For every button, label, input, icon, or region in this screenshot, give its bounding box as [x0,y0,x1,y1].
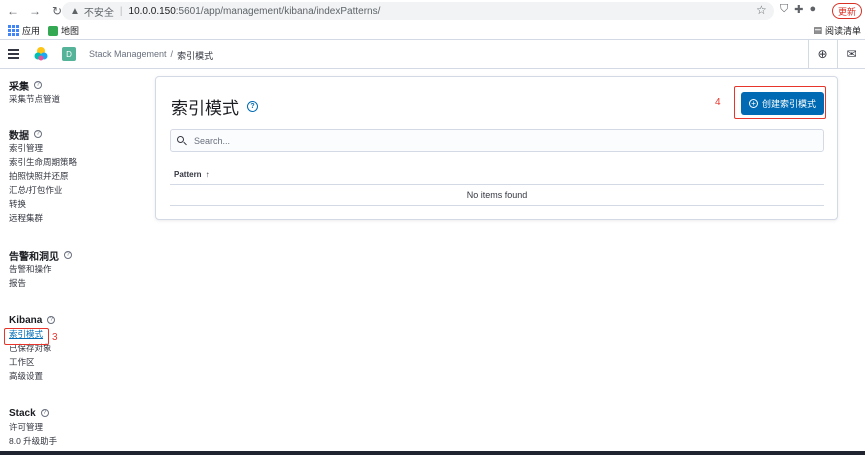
page-title: 索引模式 ? [171,94,258,119]
breadcrumb-current: 索引模式 [177,51,214,61]
create-button-label: 创建索引模式 [761,99,816,109]
mail-icon[interactable]: ✉ [837,40,865,68]
breadcrumb-separator: / [170,49,174,59]
puzzle-icon[interactable]: ✚ [794,3,803,16]
browser-toolbar: ← → ↻ ▲ 不安全 | 10.0.0.150:5601/app/manage… [0,0,865,22]
bookmarks-bar: 应用 地图 ▤ 阅读清单 [0,22,865,39]
sidebar-item-remote-clusters[interactable]: 远程集群 [9,211,77,225]
sidebar-item-ingest-pipelines[interactable]: 采集节点管道 [9,92,60,106]
sidebar-group-title: 采集 [9,81,29,93]
table-header: Pattern ↑ [170,165,824,185]
elastic-logo-icon[interactable] [33,46,49,62]
sidebar-item-upgrade-assistant[interactable]: 8.0 升级助手 [9,434,57,448]
column-header-pattern[interactable]: Pattern [174,170,202,179]
sort-ascending-icon[interactable]: ↑ [206,170,210,179]
breadcrumb-stack-management[interactable]: Stack Management [89,49,167,62]
sidebar-item-advanced-settings[interactable]: 高级设置 [9,369,55,383]
sidebar-item-index-management[interactable]: 索引管理 [9,141,77,155]
address-bar[interactable]: ▲ 不安全 | 10.0.0.150:5601/app/management/k… [62,2,774,20]
maps-icon [48,25,59,36]
search-field[interactable] [170,129,824,152]
help-icon: ? [64,251,72,259]
sidebar-item-spaces[interactable]: 工作区 [9,355,55,369]
search-input[interactable] [194,135,794,146]
sidebar-group-title: Stack [9,407,36,419]
sidebar-group-stack: Stack? 许可管理 8.0 升级助手 [9,406,57,448]
create-index-pattern-button[interactable]: + 创建索引模式 [741,92,824,115]
sidebar-group-alerts: 告警和洞见? 告警和操作 报告 [9,248,72,290]
url-separator: | [119,5,123,17]
plus-circle-icon: + [748,99,758,108]
search-icon [177,135,187,146]
sidebar-item-snapshot-restore[interactable]: 拍照快照并还原 [9,169,77,183]
warning-icon: ▲ [70,5,80,17]
sidebar-item-reporting[interactable]: 报告 [9,276,72,290]
help-icon: ? [47,316,56,324]
index-patterns-panel: 索引模式 ? 4 + 创建索引模式 Pattern ↑ No items fou… [155,76,838,220]
bookmark-maps[interactable]: 地图 [48,24,79,37]
empty-table-message: No items found [170,185,824,206]
extensions: ⛉ ✚ ● [780,3,816,16]
annotation-step-4: 4 [715,97,721,108]
url-host: 10.0.0.150 [128,5,176,17]
forward-icon[interactable]: → [26,2,44,20]
apps-grid-icon [8,25,19,36]
sidebar-item-license-management[interactable]: 许可管理 [9,420,57,434]
management-sidebar: 采集? 采集节点管道 数据? 索引管理 索引生命周期策略 拍照快照并还原 汇总/… [0,70,140,455]
insecure-label: 不安全 [83,7,114,19]
url-path: :5601/app/management/kibana/indexPattern… [175,5,381,17]
sidebar-group-data: 数据? 索引管理 索引生命周期策略 拍照快照并还原 汇总/打包作业 转换 远程集… [9,127,77,225]
annotation-highlight-box [4,328,49,345]
annotation-step-3: 3 [52,332,58,343]
back-icon[interactable]: ← [4,2,22,20]
help-icon[interactable]: ? [247,101,258,112]
sidebar-group-title: 数据 [9,130,29,142]
sidebar-item-rollup-jobs[interactable]: 汇总/打包作业 [9,183,77,197]
extension-icon[interactable]: ⛉ [780,3,788,16]
bookmark-star-icon[interactable]: ☆ [756,3,767,17]
sidebar-item-ilm-policies[interactable]: 索引生命周期策略 [9,155,77,169]
help-icon[interactable]: ⊕ [808,40,836,68]
breadcrumb: Stack Management / 索引模式 [89,49,213,62]
sidebar-group-kibana: Kibana? 索引模式 已保存对象 工作区 高级设置 [9,313,56,383]
space-avatar[interactable]: D [62,47,76,61]
update-button[interactable]: 更新 [832,3,862,19]
help-icon: ? [34,81,42,89]
sidebar-group-ingest: 采集? 采集节点管道 [9,78,60,106]
reading-list[interactable]: ▤ 阅读清单 [813,24,861,37]
profile-icon[interactable]: ● [809,3,816,16]
taskbar-edge [0,451,865,455]
kibana-header: D Stack Management / 索引模式 ⊕ ✉ [0,39,865,69]
sidebar-group-title: Kibana [9,314,43,326]
bookmark-apps[interactable]: 应用 [8,24,40,37]
menu-icon[interactable] [8,49,19,59]
sidebar-item-transforms[interactable]: 转换 [9,197,77,211]
sidebar-item-alerts-actions[interactable]: 告警和操作 [9,262,72,276]
page-title-text: 索引模式 [171,99,239,118]
reading-list-icon: ▤ [813,25,822,35]
help-icon: ? [34,130,42,138]
sidebar-group-title: 告警和洞见 [9,251,59,263]
help-icon: ? [40,409,49,417]
